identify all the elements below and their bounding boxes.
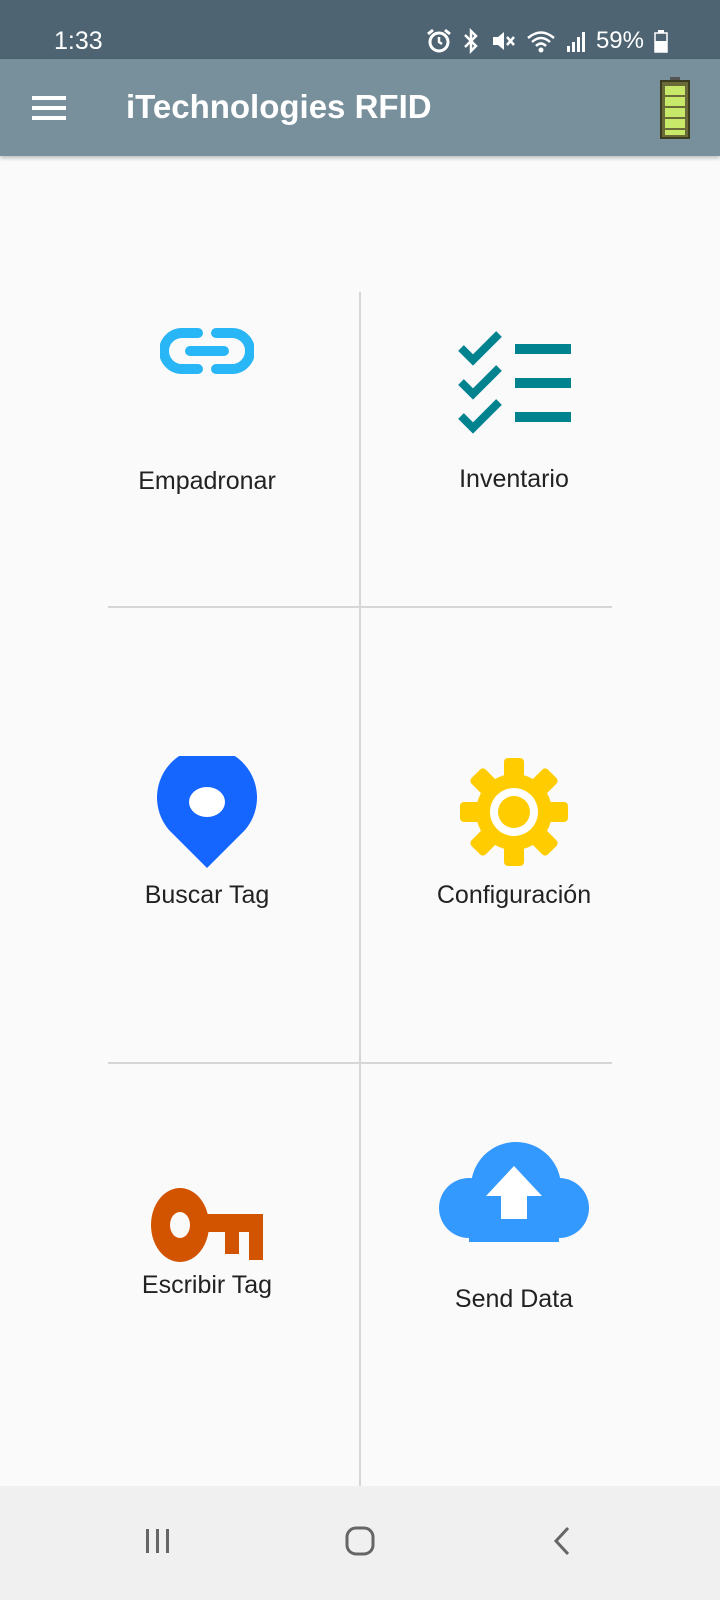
menu-item-buscar-tag[interactable]: Buscar Tag xyxy=(82,756,332,916)
menu-item-label: Inventario xyxy=(459,465,569,493)
gear-icon xyxy=(460,758,568,866)
menu-item-inventario[interactable]: Inventario xyxy=(389,330,639,530)
system-nav-bar xyxy=(0,1486,720,1600)
menu-item-configuracion[interactable]: Configuración xyxy=(389,756,639,916)
mute-icon xyxy=(490,28,516,54)
bluetooth-icon xyxy=(462,28,480,54)
recent-apps-button[interactable] xyxy=(118,1506,198,1576)
checklist-icon xyxy=(458,331,571,434)
menu-item-label: Send Data xyxy=(454,1285,574,1313)
status-bar: 1:33 59% xyxy=(0,0,720,59)
status-time: 1:33 xyxy=(54,27,103,55)
location-pin-icon xyxy=(157,756,257,868)
grid-divider-vertical xyxy=(359,292,361,1536)
phone-battery-icon xyxy=(654,29,668,53)
menu-button[interactable] xyxy=(24,83,74,133)
key-icon xyxy=(151,1188,263,1262)
home-button[interactable] xyxy=(320,1506,400,1576)
wifi-icon xyxy=(526,28,556,54)
cloud-upload-icon xyxy=(439,1142,589,1242)
recent-apps-icon xyxy=(146,1529,169,1553)
status-icons: 59% xyxy=(426,24,668,58)
menu-item-empadronar[interactable]: Empadronar xyxy=(82,326,332,526)
menu-item-label: Empadronar xyxy=(138,467,276,495)
signal-icon xyxy=(566,28,586,54)
app-bar: iTechnologies RFID xyxy=(0,59,720,156)
hamburger-menu-icon xyxy=(32,96,66,120)
menu-item-label: Buscar Tag xyxy=(144,881,270,909)
grid-divider-horizontal xyxy=(108,606,612,608)
menu-item-label: Escribir Tag xyxy=(141,1271,273,1299)
back-icon xyxy=(553,1526,570,1556)
reader-battery-icon xyxy=(660,77,690,139)
grid-divider-horizontal xyxy=(108,1062,612,1064)
main-menu-grid: Empadronar Inventario Buscar Tag Configu… xyxy=(0,156,720,1536)
menu-item-escribir-tag[interactable]: Escribir Tag xyxy=(82,1188,332,1308)
alarm-icon xyxy=(426,28,452,54)
back-button[interactable] xyxy=(522,1506,602,1576)
menu-item-label: Configuración xyxy=(436,881,592,909)
home-icon xyxy=(345,1526,375,1556)
app-title: iTechnologies RFID xyxy=(126,88,432,125)
link-icon xyxy=(160,328,254,374)
menu-item-send-data[interactable]: Send Data xyxy=(389,1142,639,1313)
battery-percent: 59% xyxy=(595,27,644,54)
